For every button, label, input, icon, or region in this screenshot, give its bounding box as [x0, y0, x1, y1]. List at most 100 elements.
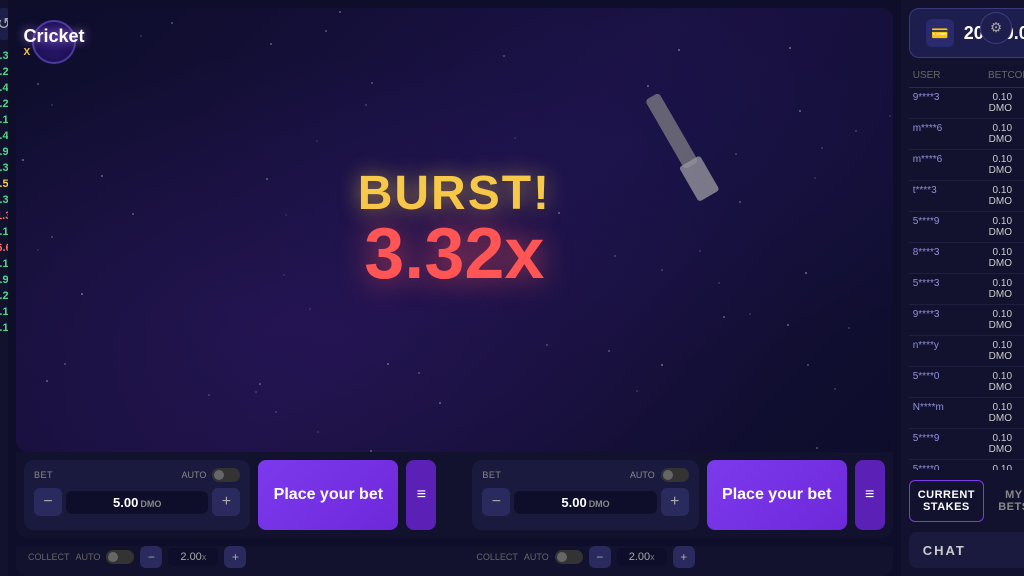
star: [661, 269, 663, 271]
stakes-cell: 0.10 DMO: [972, 123, 1012, 145]
stakes-cell: t****3: [913, 185, 973, 207]
star: [558, 212, 560, 214]
stakes-table: USERBETCOLLECTWIN 9****30.10 DMO——m****6…: [909, 64, 1024, 470]
stakes-header-cell: COLLECT: [1007, 70, 1024, 81]
table-row: n****y0.10 DMO——: [909, 336, 1024, 367]
star: [316, 140, 318, 142]
place-bet-arrow-1[interactable]: ≡: [406, 460, 436, 530]
star: [37, 83, 39, 85]
collect-auto-label-1: AUTO: [76, 552, 101, 562]
stakes-cell: 5****3: [913, 278, 973, 300]
stakes-cell: 9****3: [913, 92, 973, 114]
star: [608, 350, 610, 352]
stakes-cell: 5****0: [913, 371, 973, 393]
star: [514, 137, 516, 139]
collect-toggle-1[interactable]: [106, 550, 134, 564]
settings-button[interactable]: ⚙: [980, 12, 1012, 44]
star: [503, 55, 505, 57]
table-row: 5****90.10 DMO——: [909, 429, 1024, 460]
tab-current-stakes[interactable]: CURRENT STAKES: [909, 480, 984, 522]
stakes-cell: 5****9: [913, 216, 973, 238]
collect-plus-2[interactable]: +: [673, 546, 695, 568]
star: [81, 293, 83, 295]
table-row: 5****00.10 DMO——: [909, 460, 1024, 470]
star: [51, 104, 53, 106]
collect-plus-1[interactable]: +: [224, 546, 246, 568]
table-row: m****60.10 DMO——: [909, 150, 1024, 181]
star: [140, 35, 142, 37]
multiplier-item: 1.44: [0, 128, 8, 144]
place-bet-button-2[interactable]: Place your bet: [707, 460, 847, 530]
stakes-cell: 8****3: [913, 247, 973, 269]
bet-panel-2: BET AUTO − 5.00DMO +: [472, 460, 698, 530]
star: [46, 380, 48, 382]
history-icon[interactable]: ↺: [0, 8, 8, 40]
star: [387, 363, 389, 365]
bet-label-1: BET: [34, 470, 53, 480]
stakes-cell: 0.10 DMO: [972, 185, 1012, 207]
stakes-cell: 0.10 DMO: [972, 278, 1012, 300]
stakes-cell: —: [1012, 433, 1024, 455]
star: [37, 249, 39, 251]
multiplier-item: 1.17: [0, 256, 8, 272]
plus-btn-2[interactable]: +: [661, 488, 689, 516]
star: [834, 388, 836, 390]
stakes-cell: —: [1012, 185, 1024, 207]
logo-text: Cricket: [23, 26, 84, 47]
star: [678, 49, 680, 51]
multiplier-item: 1.27: [0, 288, 8, 304]
table-row: 5****00.10 DMO——: [909, 367, 1024, 398]
multiplier-item: 4.29: [0, 64, 8, 80]
bet-amount-2: 5.00DMO: [514, 491, 656, 514]
auto-toggle-1[interactable]: [212, 468, 240, 482]
collect-amount-2: 2.00x: [617, 548, 667, 566]
stakes-cell: —: [1012, 402, 1024, 424]
stakes-cell: 0.10 DMO: [972, 433, 1012, 455]
stakes-cell: —: [1012, 278, 1024, 300]
star: [889, 115, 891, 117]
collect-minus-2[interactable]: −: [589, 546, 611, 568]
star: [285, 214, 287, 216]
multiplier-item: 1.34: [0, 192, 8, 208]
multiplier-item: 1.31: [0, 160, 8, 176]
balance-icon: 💳: [926, 19, 954, 47]
star: [749, 313, 751, 315]
tab-my-bets[interactable]: MY BETS: [988, 480, 1024, 522]
collect-panel-1: COLLECT AUTO − 2.00x +: [24, 546, 250, 568]
stakes-cell: —: [1012, 309, 1024, 331]
place-bet-button-1[interactable]: Place your bet: [258, 460, 398, 530]
multiplier-item: 2.16: [0, 320, 8, 336]
minus-btn-1[interactable]: −: [34, 488, 62, 516]
stakes-cell: 0.10 DMO: [972, 154, 1012, 176]
collect-amount-1: 2.00x: [168, 548, 218, 566]
star: [22, 159, 24, 161]
multiplier-item: 16.68: [0, 240, 8, 256]
sidebar: ↺ 3.324.291.491.231.151.442.911.319.551.…: [0, 0, 8, 576]
star: [799, 110, 801, 112]
star: [51, 236, 53, 238]
minus-btn-2[interactable]: −: [482, 488, 510, 516]
table-row: 5****90.10 DMO——: [909, 212, 1024, 243]
star: [661, 364, 663, 366]
star: [370, 450, 372, 452]
plus-btn-1[interactable]: +: [212, 488, 240, 516]
star: [647, 85, 649, 87]
star: [371, 82, 373, 84]
star: [821, 147, 823, 149]
place-bet-arrow-2[interactable]: ≡: [855, 460, 885, 530]
multiplier-item: 1.10: [0, 304, 8, 320]
collect-minus-1[interactable]: −: [140, 546, 162, 568]
stakes-cell: 0.10 DMO: [972, 371, 1012, 393]
collect-toggle-2[interactable]: [555, 550, 583, 564]
stakes-cell: 0.10 DMO: [972, 464, 1012, 470]
chat-label: CHAT: [923, 543, 966, 558]
star: [439, 402, 441, 404]
star: [208, 394, 210, 396]
star: [365, 104, 367, 106]
stakes-cell: m****6: [913, 154, 973, 176]
auto-toggle-2[interactable]: [661, 468, 689, 482]
chat-bar[interactable]: CHAT ›: [909, 532, 1024, 568]
gear-icon: ⚙: [990, 20, 1002, 36]
star: [309, 308, 311, 310]
star: [259, 383, 261, 385]
